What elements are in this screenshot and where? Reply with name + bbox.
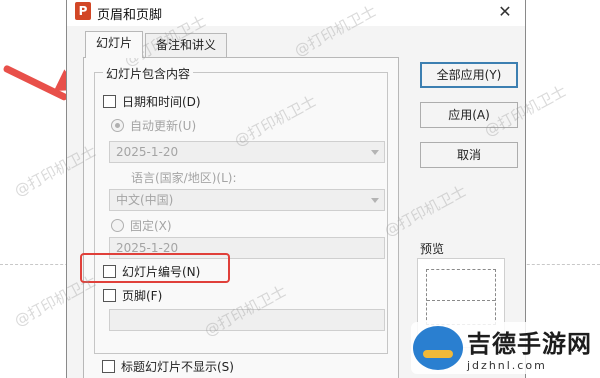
- preview-label: 预览: [420, 242, 445, 256]
- title-slide-hide-checkbox[interactable]: [102, 360, 115, 373]
- group-label: 幻灯片包含内容: [103, 65, 194, 82]
- language-value: 中文(中国): [116, 193, 174, 207]
- preview-slide-thumbnail: [426, 269, 496, 325]
- red-highlight-box: [80, 253, 230, 283]
- auto-update-date-value: 2025-1-20: [116, 145, 179, 159]
- datetime-label: 日期和时间(D): [122, 95, 201, 109]
- language-row: 语言(国家/地区)(L):: [131, 169, 237, 186]
- auto-update-radio-row[interactable]: 自动更新(U): [111, 117, 196, 134]
- preview-footer-divider: [427, 300, 495, 301]
- datetime-checkbox[interactable]: [103, 95, 116, 108]
- title-slide-hide-checkbox-row[interactable]: 标题幻灯片不显示(S): [102, 358, 234, 375]
- footer-checkbox[interactable]: [103, 289, 116, 302]
- slide-tab-panel: 幻灯片包含内容 日期和时间(D) 自动更新(U) 2025-1-20 语言(国家…: [83, 57, 399, 378]
- language-label: 语言(国家/地区)(L):: [131, 171, 237, 185]
- tab-slide[interactable]: 幻灯片: [85, 31, 144, 58]
- close-icon[interactable]: ✕: [495, 2, 515, 22]
- language-dropdown[interactable]: 中文(中国): [109, 189, 385, 211]
- logo-icon: [413, 326, 463, 370]
- chevron-down-icon: [371, 150, 379, 155]
- fixed-label: 固定(X): [130, 219, 172, 233]
- site-logo: 吉德手游网 jdzhnl.com: [411, 322, 598, 374]
- cancel-button[interactable]: 取消: [420, 142, 518, 168]
- auto-update-radio[interactable]: [111, 119, 124, 132]
- footer-checkbox-row[interactable]: 页脚(F): [103, 287, 162, 304]
- dialog-title: 页眉和页脚: [97, 8, 163, 23]
- presentation-app-icon: P: [75, 2, 91, 20]
- logo-domain: jdzhnl.com: [467, 359, 547, 372]
- apply-all-button[interactable]: 全部应用(Y): [420, 62, 518, 88]
- title-bar: P 页眉和页脚 ✕: [67, 0, 525, 26]
- fixed-radio[interactable]: [111, 219, 124, 232]
- logo-name: 吉德手游网: [467, 330, 592, 358]
- chevron-down-icon: [371, 198, 379, 203]
- datetime-checkbox-row[interactable]: 日期和时间(D): [103, 93, 201, 110]
- auto-update-label: 自动更新(U): [130, 119, 197, 133]
- title-slide-hide-label: 标题幻灯片不显示(S): [121, 360, 234, 374]
- fixed-radio-row[interactable]: 固定(X): [111, 217, 172, 234]
- footer-label: 页脚(F): [122, 289, 163, 303]
